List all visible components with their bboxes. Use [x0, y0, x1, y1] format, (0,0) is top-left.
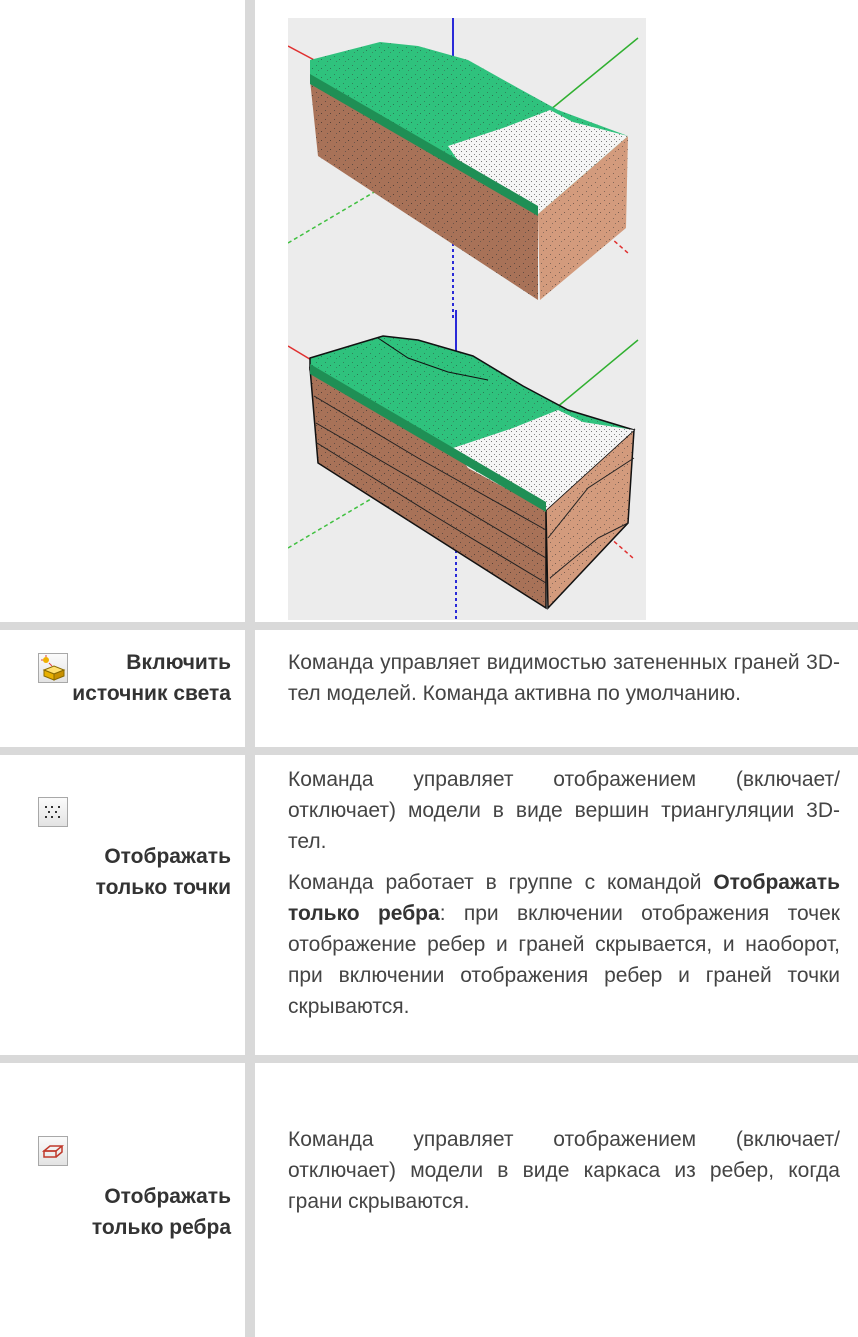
light-source-icon[interactable]	[38, 653, 68, 683]
description-paragraph: Команда управляет отображением (включает…	[288, 1128, 840, 1213]
command-cell-points: Отображать только точки	[0, 755, 245, 1055]
description-paragraph: Команда управляет видимостью затененных …	[288, 651, 840, 705]
command-title-light: Включить источник света	[72, 647, 231, 709]
command-description-light: Команда управляет видимостью затененных …	[288, 647, 840, 719]
points-icon[interactable]	[38, 797, 68, 827]
command-title-line: Отображать	[104, 845, 231, 868]
table-column-divider	[245, 0, 255, 1337]
table-row-divider	[0, 622, 858, 630]
command-title-edges: Отображать только ребра	[92, 1181, 231, 1243]
command-title-line: только ребра	[91, 1216, 231, 1239]
command-title-points: Отображать только точки	[96, 841, 231, 903]
description-paragraph: Команда работает в группе с командой Ото…	[288, 867, 840, 1022]
command-cell-light: Включить источник света	[0, 630, 245, 747]
wireframe-icon[interactable]	[38, 1136, 68, 1166]
table-row-divider	[0, 747, 858, 755]
command-cell-edges: Отображать только ребра	[0, 1063, 245, 1337]
command-description-points: Команда управляет отображением (включает…	[288, 764, 840, 1032]
description-paragraph: Команда управляет отображением (включает…	[288, 768, 840, 853]
command-title-line: Включить	[126, 651, 231, 674]
command-title-line: источник света	[72, 682, 231, 705]
table-row-divider	[0, 1055, 858, 1063]
model-3d-figure	[288, 18, 646, 620]
command-title-line: только точки	[95, 876, 231, 899]
command-title-line: Отображать	[104, 1185, 231, 1208]
command-description-edges: Команда управляет отображением (включает…	[288, 1124, 840, 1227]
description-text: Команда работает в группе с командой	[288, 871, 714, 894]
